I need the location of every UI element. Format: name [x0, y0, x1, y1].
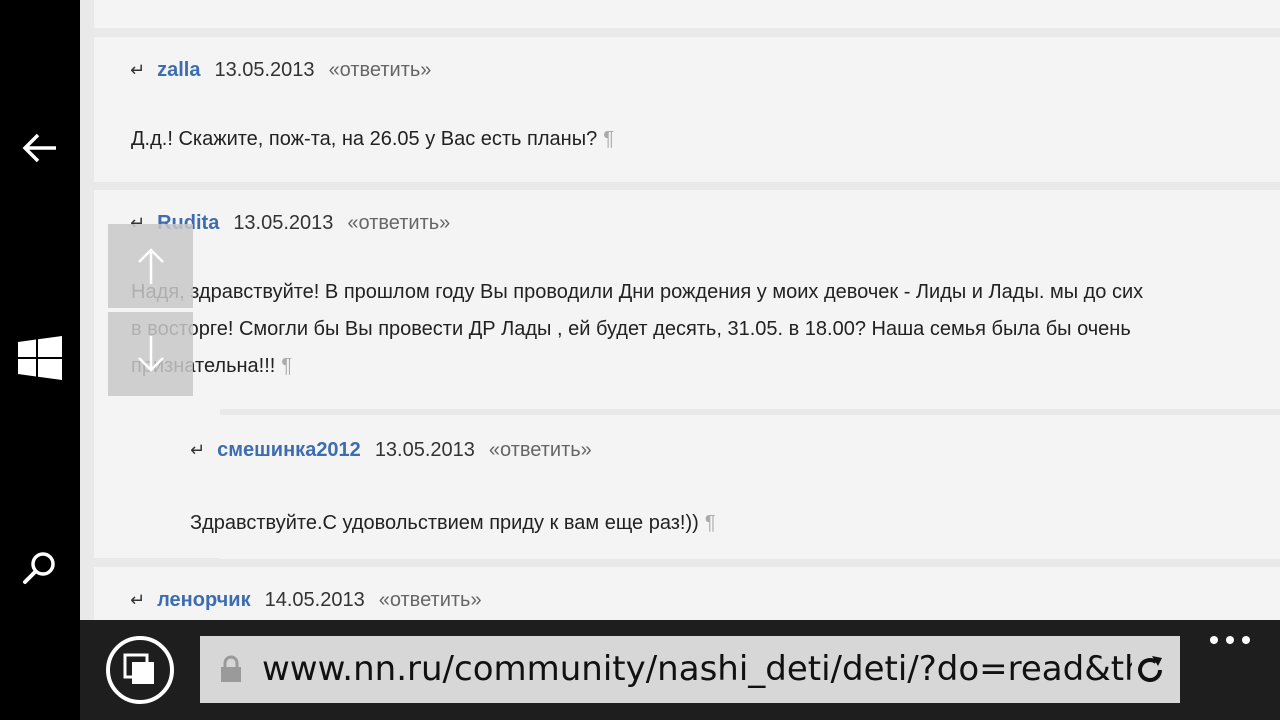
- comment-date: 13.05.2013: [214, 59, 315, 81]
- comment-date: 14.05.2013: [264, 589, 365, 611]
- comment-author-link[interactable]: ленорчик: [157, 589, 251, 612]
- comment-text: Надя, здравствуйте! В прошлом году Вы пр…: [131, 274, 1143, 385]
- page-viewport[interactable]: ↵ zalla 13.05.2013 «ответить» Д.д.! Скаж…: [80, 0, 1280, 620]
- tabs-icon: [123, 653, 154, 684]
- url-text[interactable]: www.nn.ru/community/nashi_deti/deti/?do=…: [262, 648, 1132, 690]
- lock-icon: [221, 655, 241, 682]
- comment-text-line: Д.д.! Скажите, пож-та, на 26.05 у Вас ес…: [131, 128, 598, 150]
- address-field[interactable]: www.nn.ru/community/nashi_deti/deti/?do=…: [200, 636, 1180, 703]
- reply-arrow-icon: ↵: [130, 60, 146, 81]
- comment-text-line: в восторге! Смогли бы Вы провести ДР Лад…: [131, 318, 1131, 340]
- ellipsis-icon: [1210, 636, 1218, 644]
- nested-reply: ↵ смешинка2012 13.05.2013 «ответить» Здр…: [190, 409, 1280, 559]
- reply-link[interactable]: «ответить»: [379, 589, 482, 612]
- arrow-down-icon: [137, 336, 164, 372]
- reply-link[interactable]: «ответить»: [329, 59, 432, 82]
- comment: ↵ zalla 13.05.2013 «ответить» Д.д.! Скаж…: [94, 37, 1280, 182]
- comment-text: Д.д.! Скажите, пож-та, на 26.05 у Вас ес…: [131, 121, 614, 158]
- comment: ↵ Rudita 13.05.2013 «ответить» Надя, здр…: [94, 190, 1280, 559]
- pilcrow-icon: ¶: [704, 512, 716, 534]
- comment: ↵ ленорчик 14.05.2013 «ответить»: [94, 567, 1280, 620]
- arrow-left-icon: [22, 133, 56, 163]
- browser-address-bar: www.nn.ru/community/nashi_deti/deti/?do=…: [80, 620, 1280, 720]
- reply-arrow-icon: ↵: [130, 590, 146, 611]
- navigation-strip: [0, 0, 80, 720]
- more-options-button[interactable]: [1210, 630, 1250, 650]
- scroll-up-button[interactable]: [108, 224, 193, 308]
- scroll-down-button[interactable]: [108, 312, 193, 396]
- tabs-button[interactable]: [106, 636, 174, 704]
- pilcrow-icon: ¶: [603, 128, 614, 150]
- comment-author-link[interactable]: zalla: [157, 59, 200, 82]
- arrow-up-icon: [137, 248, 164, 284]
- reply-arrow-icon: ↵: [190, 440, 206, 461]
- comment-header: ↵ zalla 13.05.2013 «ответить»: [130, 59, 431, 82]
- comment-header: ↵ смешинка2012 13.05.2013 «ответить»: [190, 439, 592, 462]
- windows-logo-icon: [18, 336, 62, 380]
- comment-text-line: Надя, здравствуйте! В прошлом году Вы пр…: [131, 281, 1144, 303]
- search-button[interactable]: [0, 528, 80, 608]
- comment-author-link[interactable]: смешинка2012: [217, 439, 361, 462]
- previous-comment-block: [94, 0, 1280, 28]
- refresh-button[interactable]: [1130, 650, 1170, 690]
- back-button[interactable]: [0, 108, 80, 188]
- reply-link[interactable]: «ответить»: [489, 439, 592, 462]
- comment-date: 13.05.2013: [233, 212, 334, 234]
- refresh-icon: [1138, 656, 1162, 682]
- reply-link[interactable]: «ответить»: [347, 212, 450, 235]
- comment-header: ↵ ленорчик 14.05.2013 «ответить»: [130, 589, 482, 612]
- start-button[interactable]: [0, 318, 80, 398]
- comment-date: 13.05.2013: [374, 439, 475, 461]
- search-icon: [23, 552, 55, 584]
- comment-text-line: Здравствуйте.С удовольствием приду к вам…: [190, 512, 699, 534]
- pilcrow-icon: ¶: [281, 355, 293, 377]
- comment-text: Здравствуйте.С удовольствием приду к вам…: [190, 505, 716, 542]
